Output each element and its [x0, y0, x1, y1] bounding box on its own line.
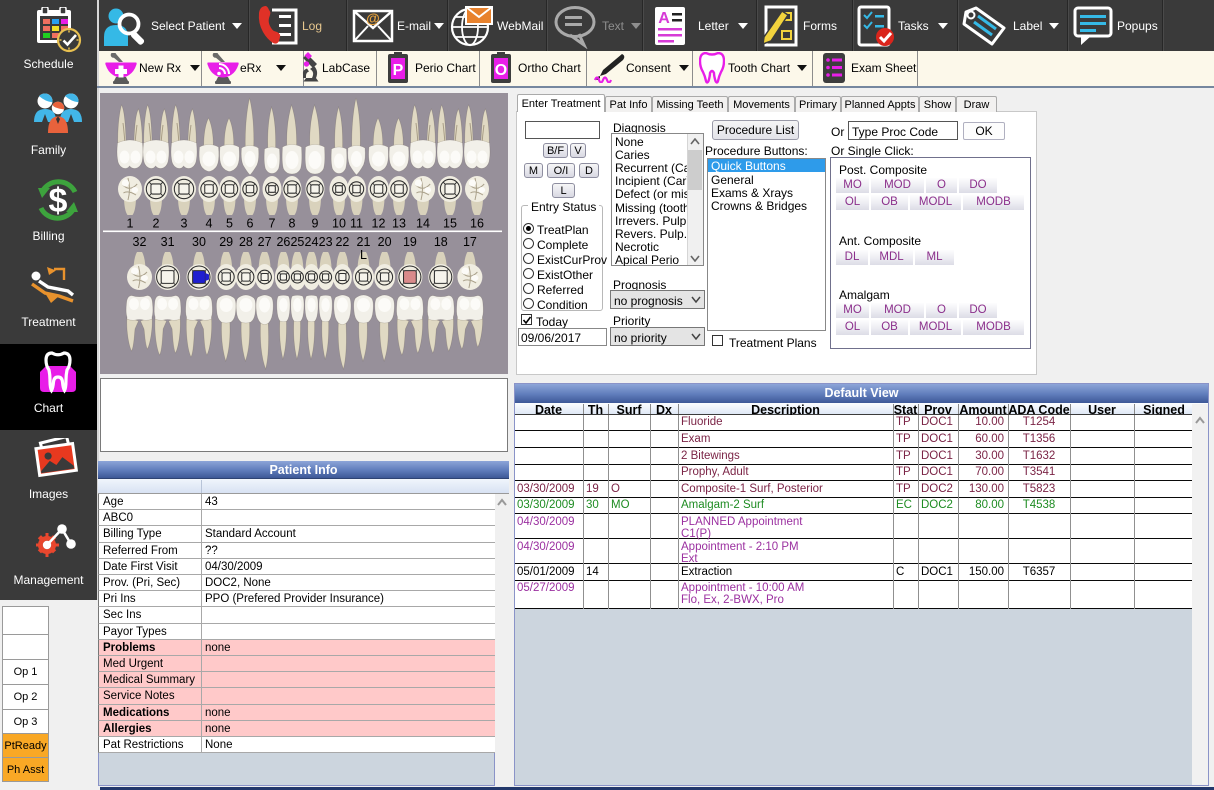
svg-text:1: 1: [127, 217, 134, 231]
svg-text:@: @: [366, 10, 380, 26]
svg-text:21: 21: [357, 235, 371, 249]
svg-text:32: 32: [133, 235, 147, 249]
svg-text:29: 29: [219, 235, 233, 249]
svg-text:13: 13: [392, 217, 406, 231]
svg-text:A: A: [658, 10, 670, 27]
svg-text:12: 12: [372, 217, 386, 231]
svg-text:30: 30: [192, 235, 206, 249]
svg-text:O: O: [495, 62, 507, 79]
svg-text:5: 5: [226, 217, 233, 231]
svg-text:19: 19: [403, 235, 417, 249]
svg-text:25: 25: [290, 235, 304, 249]
svg-text:4: 4: [206, 217, 213, 231]
svg-text:10: 10: [332, 217, 346, 231]
svg-text:26: 26: [276, 235, 290, 249]
svg-text:31: 31: [161, 235, 175, 249]
svg-text:8: 8: [289, 217, 296, 231]
svg-text:6: 6: [247, 217, 254, 231]
svg-text:22: 22: [335, 235, 349, 249]
svg-text:23: 23: [319, 235, 333, 249]
svg-text:18: 18: [434, 235, 448, 249]
svg-text:2: 2: [153, 217, 160, 231]
svg-text:15: 15: [443, 217, 457, 231]
svg-text:20: 20: [378, 235, 392, 249]
svg-text:3: 3: [181, 217, 188, 231]
svg-text:14: 14: [416, 217, 430, 231]
svg-text:P: P: [393, 62, 404, 79]
svg-text:$: $: [49, 182, 68, 220]
svg-text:17: 17: [463, 235, 477, 249]
svg-text:28: 28: [239, 235, 253, 249]
svg-text:9: 9: [312, 217, 319, 231]
svg-text:27: 27: [258, 235, 272, 249]
svg-text:11: 11: [350, 217, 363, 231]
svg-text:16: 16: [470, 217, 484, 231]
svg-text:24: 24: [305, 235, 319, 249]
svg-text:7: 7: [269, 217, 276, 231]
svg-text:L: L: [360, 248, 367, 262]
